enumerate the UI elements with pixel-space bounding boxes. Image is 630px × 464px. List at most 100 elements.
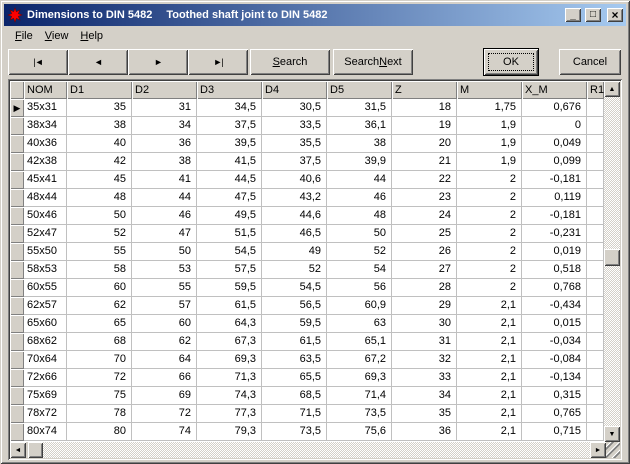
grid-cell[interactable]: 38x34 xyxy=(24,117,67,135)
column-header-D2[interactable]: D2 xyxy=(132,81,197,99)
grid-cell[interactable]: 0,015 xyxy=(522,315,587,333)
ok-button[interactable]: OK xyxy=(483,48,539,76)
grid-cell[interactable]: 40x36 xyxy=(24,135,67,153)
grid-cell[interactable]: 34 xyxy=(392,387,457,405)
grid-cell[interactable]: 0,768 xyxy=(522,279,587,297)
grid-cell[interactable]: 2,1 xyxy=(457,297,522,315)
grid-cell[interactable]: 36 xyxy=(392,423,457,441)
grid-cell[interactable]: 2 xyxy=(457,171,522,189)
grid-cell[interactable]: 33 xyxy=(392,369,457,387)
grid-cell[interactable]: 39,5 xyxy=(197,135,262,153)
grid-cell[interactable]: 71,3 xyxy=(197,369,262,387)
column-header-D3[interactable]: D3 xyxy=(197,81,262,99)
grid-cell[interactable]: 2 xyxy=(457,207,522,225)
grid-cell[interactable]: 35,5 xyxy=(262,135,327,153)
grid-cell[interactable] xyxy=(587,153,604,171)
grid-cell[interactable]: 73,5 xyxy=(262,423,327,441)
grid-cell[interactable]: 1,9 xyxy=(457,135,522,153)
grid-cell[interactable]: 50 xyxy=(67,207,132,225)
grid-cell[interactable] xyxy=(587,135,604,153)
grid-cell[interactable]: 0,676 xyxy=(522,99,587,117)
grid-cell[interactable]: 69,3 xyxy=(197,351,262,369)
grid-cell[interactable]: 46 xyxy=(327,189,392,207)
grid-cell[interactable]: 50 xyxy=(327,225,392,243)
grid-cell[interactable]: 44,5 xyxy=(197,171,262,189)
grid-cell[interactable]: 66 xyxy=(132,369,197,387)
grid-cell[interactable]: 72 xyxy=(132,405,197,423)
grid-cell[interactable]: 40 xyxy=(67,135,132,153)
grid-cell[interactable]: 49,5 xyxy=(197,207,262,225)
grid-cell[interactable]: 80 xyxy=(67,423,132,441)
grid-cell[interactable]: 0,049 xyxy=(522,135,587,153)
close-button[interactable]: × xyxy=(607,8,623,22)
grid-cell[interactable]: 55 xyxy=(132,279,197,297)
column-header-D1[interactable]: D1 xyxy=(67,81,132,99)
row-indicator[interactable] xyxy=(10,333,24,351)
grid-cell[interactable]: 0 xyxy=(522,117,587,135)
grid-cell[interactable]: 72x66 xyxy=(24,369,67,387)
grid-cell[interactable]: 0,765 xyxy=(522,405,587,423)
horizontal-scroll-thumb[interactable] xyxy=(28,442,43,458)
grid-cell[interactable]: 79,3 xyxy=(197,423,262,441)
grid-cell[interactable]: 60 xyxy=(67,279,132,297)
grid-cell[interactable]: 68x62 xyxy=(24,333,67,351)
grid-cell[interactable]: 78 xyxy=(67,405,132,423)
grid-cell[interactable]: 70 xyxy=(67,351,132,369)
grid-cell[interactable]: 48x44 xyxy=(24,189,67,207)
scroll-left-button[interactable]: ◄ xyxy=(10,442,26,458)
search-next-button[interactable]: Search Next xyxy=(333,49,413,75)
grid-cell[interactable]: 60 xyxy=(132,315,197,333)
grid-cell[interactable]: -0,034 xyxy=(522,333,587,351)
grid-cell[interactable]: 0,019 xyxy=(522,243,587,261)
vertical-scroll-track[interactable] xyxy=(604,97,620,426)
title-bar[interactable]: Dimensions to DIN 5482 Toothed shaft joi… xyxy=(4,4,626,26)
grid-cell[interactable]: 65 xyxy=(67,315,132,333)
grid-cell[interactable]: 58 xyxy=(67,261,132,279)
grid-cell[interactable]: 41 xyxy=(132,171,197,189)
row-indicator[interactable]: ▶ xyxy=(10,99,24,117)
grid-cell[interactable]: 31 xyxy=(392,333,457,351)
horizontal-scrollbar[interactable]: ◄ ► xyxy=(10,442,620,458)
menu-item-help[interactable]: Help xyxy=(74,28,109,44)
next-record-button[interactable]: ► xyxy=(128,49,188,75)
grid-cell[interactable]: 65x60 xyxy=(24,315,67,333)
grid-cell[interactable]: 57 xyxy=(132,297,197,315)
grid-cell[interactable]: 68 xyxy=(67,333,132,351)
grid-cell[interactable]: 48 xyxy=(67,189,132,207)
grid-cell[interactable]: 47 xyxy=(132,225,197,243)
grid-cell[interactable]: 31,5 xyxy=(327,99,392,117)
grid-cell[interactable]: 62 xyxy=(67,297,132,315)
cancel-button[interactable]: Cancel xyxy=(559,49,621,75)
grid-cell[interactable]: 72 xyxy=(67,369,132,387)
grid-cell[interactable]: 0,518 xyxy=(522,261,587,279)
grid-cell[interactable]: 59,5 xyxy=(262,315,327,333)
grid-cell[interactable]: 50x46 xyxy=(24,207,67,225)
grid-cell[interactable]: 67,3 xyxy=(197,333,262,351)
grid-cell[interactable]: 2,1 xyxy=(457,351,522,369)
grid-cell[interactable] xyxy=(587,333,604,351)
grid-cell[interactable] xyxy=(587,99,604,117)
grid-cell[interactable]: 63 xyxy=(327,315,392,333)
grid-cell[interactable]: 52x47 xyxy=(24,225,67,243)
grid-cell[interactable]: 48 xyxy=(327,207,392,225)
grid-cell[interactable]: 21 xyxy=(392,153,457,171)
grid-cell[interactable]: 42x38 xyxy=(24,153,67,171)
vertical-scrollbar[interactable]: ▲ ▼ xyxy=(604,81,620,442)
grid-cell[interactable]: 18 xyxy=(392,99,457,117)
grid-cell[interactable]: 50 xyxy=(132,243,197,261)
grid-cell[interactable]: 75 xyxy=(67,387,132,405)
grid-cell[interactable]: -0,084 xyxy=(522,351,587,369)
grid-cell[interactable]: 55x50 xyxy=(24,243,67,261)
grid-cell[interactable]: 61,5 xyxy=(262,333,327,351)
grid-cell[interactable]: 64,3 xyxy=(197,315,262,333)
grid-cell[interactable]: 38 xyxy=(132,153,197,171)
row-indicator[interactable] xyxy=(10,135,24,153)
grid-cell[interactable] xyxy=(587,171,604,189)
grid-cell[interactable]: 36 xyxy=(132,135,197,153)
grid-cell[interactable] xyxy=(587,315,604,333)
vertical-scroll-thumb[interactable] xyxy=(604,249,620,266)
grid-cell[interactable]: 47,5 xyxy=(197,189,262,207)
grid-cell[interactable]: 62 xyxy=(132,333,197,351)
row-indicator[interactable] xyxy=(10,423,24,441)
grid-cell[interactable]: 2 xyxy=(457,243,522,261)
